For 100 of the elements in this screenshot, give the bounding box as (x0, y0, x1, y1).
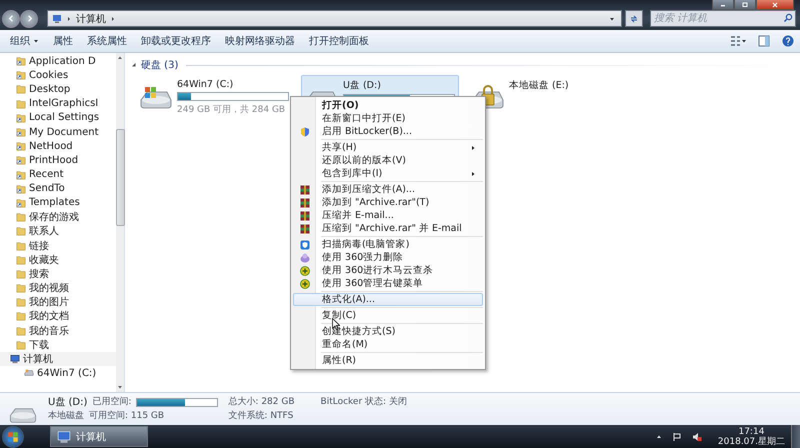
maximize-button[interactable] (734, 0, 756, 10)
taskbar-button[interactable]: 计算机 (50, 426, 148, 447)
nav-pane-item[interactable]: 计算机 (0, 352, 116, 366)
help-icon[interactable] (782, 35, 794, 47)
menu-item[interactable]: 还原以前的版本(V) (293, 154, 483, 167)
shield-icon (300, 126, 310, 136)
menu-item[interactable]: 使用 360进行木马云查杀 (293, 264, 483, 277)
folder-icon (16, 311, 26, 322)
dropdown-arrow-icon[interactable] (609, 16, 615, 22)
nav-pane-item[interactable]: Application D (0, 54, 116, 68)
submenu-arrow-icon (470, 170, 476, 176)
nav-pane-item[interactable]: 我的视频 (0, 281, 116, 296)
menu-item[interactable]: 压缩到 "Archive.rar" 并 E-mail (293, 222, 483, 235)
nav-pane-item[interactable]: 联系人 (0, 224, 116, 238)
nav-pane-item[interactable]: 64Win7 (C:) (0, 366, 116, 380)
nav-pane-item[interactable]: 保存的游戏 (0, 210, 116, 224)
circle-plus-icon (300, 266, 310, 276)
clock-time[interactable]: 17:14 (738, 426, 764, 436)
nav-pane-item[interactable]: 链接 (0, 238, 116, 253)
flag-icon[interactable] (672, 432, 682, 442)
menu-item[interactable]: 扫描病毒(电脑管家) (293, 238, 483, 251)
minimize-button[interactable] (712, 0, 734, 10)
search-field[interactable]: 搜索 计算机 (650, 10, 796, 27)
nav-pane-item[interactable]: Cookies (0, 68, 116, 82)
close-button[interactable] (756, 0, 794, 10)
menu-item[interactable]: 格式化(A)... (293, 293, 483, 306)
menu-item[interactable]: 重命名(M) (293, 338, 483, 351)
shortcut-folder-icon (16, 170, 26, 180)
speaker-muted-icon[interactable] (692, 432, 702, 442)
breadcrumb-item[interactable]: 计算机 (76, 12, 106, 26)
nav-pane-item[interactable]: My Document (0, 124, 116, 140)
menu-item[interactable]: 压缩并 E-mail... (293, 209, 483, 222)
toolbar-button[interactable]: 打开控制面板 (303, 32, 375, 50)
nav-pane-item[interactable]: NetHood (0, 139, 116, 154)
drive-tile[interactable]: 64Win7 (C:) 249 GB 可用，共 284 GB (135, 75, 293, 115)
nav-pane-item[interactable]: 我的图片 (0, 295, 116, 310)
drive-name: U盘 (D:) (343, 79, 382, 92)
menu-item[interactable]: 属性(R) (293, 354, 483, 367)
search-icon (783, 13, 793, 23)
show-hidden-icons-icon[interactable] (656, 434, 662, 440)
toolbar-button[interactable]: 卸载或更改程序 (135, 32, 217, 50)
system-drive-icon (139, 84, 173, 110)
toolbar-button[interactable]: 映射网络驱动器 (219, 32, 301, 50)
nav-pane-item[interactable]: IntelGraphicsI (0, 96, 116, 111)
scroll-up-icon[interactable] (117, 55, 123, 61)
nav-pane-item[interactable]: PrintHood (0, 153, 116, 168)
collapse-arrow-icon[interactable] (131, 62, 137, 68)
menu-item[interactable]: 在新窗口中打开(E) (293, 112, 483, 125)
windows-logo-icon (7, 430, 19, 442)
nav-pane-item[interactable]: SendTo (0, 182, 116, 196)
menu-item[interactable]: 包含到库中(I) (293, 167, 483, 180)
scrollbar-thumb[interactable] (116, 129, 124, 226)
menu-item[interactable]: 添加到 "Archive.rar"(T) (293, 196, 483, 209)
nav-pane-item[interactable]: 下载 (0, 338, 116, 352)
free-space-text: 可用空间: 115 GB (89, 410, 164, 422)
archive-icon (300, 184, 310, 194)
toolbar-button[interactable]: 组织 (4, 32, 45, 50)
forward-button[interactable] (20, 10, 38, 28)
close-icon (770, 2, 780, 8)
toolbar-button[interactable]: 系统属性 (81, 32, 133, 50)
nav-pane-item[interactable]: Local Settings (0, 110, 116, 125)
menu-item[interactable]: 复制(C) (293, 309, 483, 322)
nav-pane-item[interactable]: Recent (0, 168, 116, 182)
menu-item[interactable]: 使用 360强力删除 (293, 251, 483, 264)
folder-icon (16, 226, 26, 236)
folder-icon (16, 268, 26, 279)
folder-icon (16, 283, 26, 294)
nav-pane-item[interactable]: Templates (0, 196, 116, 210)
clock-date[interactable]: 2018.07.星期二 (718, 436, 785, 446)
nav-pane-item[interactable]: 我的文档 (0, 309, 116, 324)
shortcut-folder-icon (16, 141, 26, 152)
maximize-icon (740, 2, 750, 8)
back-button[interactable] (2, 10, 20, 28)
menu-item[interactable]: 共享(H) (293, 141, 483, 154)
drive-capacity-text: 249 GB 可用，共 284 GB (177, 104, 286, 116)
toolbar-button[interactable]: 属性 (47, 32, 79, 50)
archive-icon (300, 224, 310, 234)
folder-icon (16, 340, 26, 350)
menu-item[interactable]: 使用 360管理右键菜单 (293, 277, 483, 290)
drive-name: U盘 (D:) (48, 396, 88, 409)
nav-pane-item[interactable]: 搜索 (0, 266, 116, 281)
menu-item[interactable]: 添加到压缩文件(A)... (293, 183, 483, 196)
view-options-icon[interactable] (730, 35, 746, 47)
address-bar[interactable]: 计算机 (47, 10, 622, 27)
submenu-arrow-icon (470, 144, 476, 150)
shortcut-folder-icon (16, 127, 26, 138)
nav-pane-item[interactable]: Desktop (0, 82, 116, 97)
nav-pane-item[interactable]: 我的音乐 (0, 324, 116, 338)
nav-pane-item[interactable]: 收藏夹 (0, 252, 116, 267)
shortcut-folder-icon (16, 184, 26, 194)
start-button[interactable] (2, 426, 24, 448)
archive-icon (300, 198, 310, 208)
folder-icon (16, 254, 26, 265)
preview-pane-icon[interactable] (758, 35, 770, 47)
menu-item[interactable]: 启用 BitLocker(B)... (293, 125, 483, 138)
scroll-down-icon[interactable] (117, 384, 123, 390)
drive-icon (24, 368, 34, 378)
refresh-button[interactable] (625, 10, 643, 27)
drive-name: 64Win7 (C:) (177, 79, 234, 90)
total-size-text: 总大小: 282 GB (228, 396, 295, 408)
